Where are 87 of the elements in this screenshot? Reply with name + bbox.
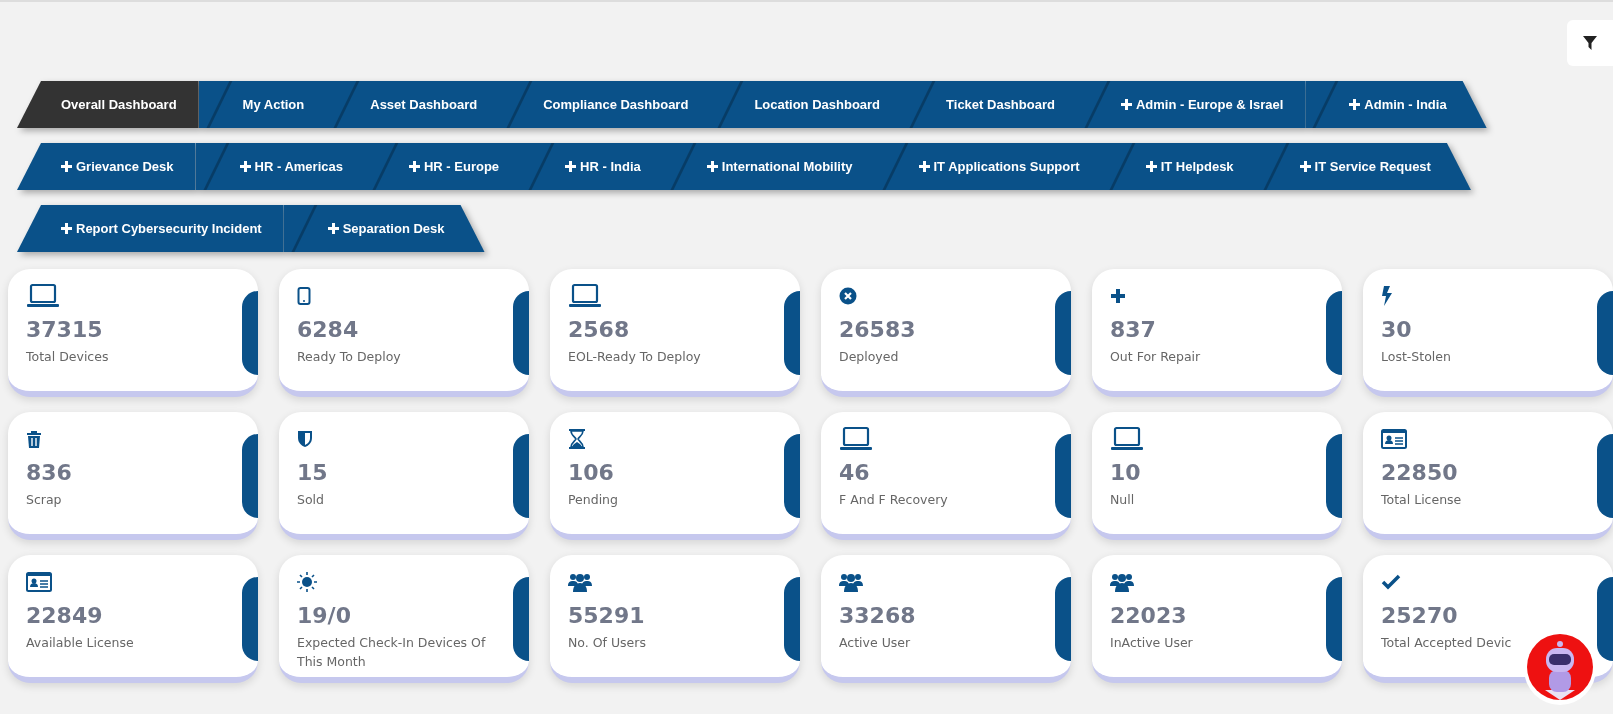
stat-label: Total Devices [26,348,109,366]
filter-icon [1583,36,1597,50]
stat-label: Total Accepted Devic [1381,634,1512,652]
stat-label: Null [1110,491,1135,509]
plus-icon [1145,161,1157,172]
stat-label: Pending [568,491,618,509]
laptop-icon [568,283,602,309]
stat-label: Total License [1381,491,1462,509]
dashboard-tab[interactable]: IT Service Request [1255,143,1471,190]
laptop-icon [26,283,60,309]
stat-value: 10 [1110,460,1141,485]
stat-value: 2568 [568,317,630,342]
stat-label: Lost-Stolen [1381,348,1451,366]
plus-icon [1299,161,1311,172]
filter-button[interactable] [1567,20,1613,66]
chatbot-icon[interactable] [1523,632,1597,706]
plus-icon [565,161,577,172]
users-icon [568,572,592,592]
plus-icon [918,161,930,172]
dashboard-tab[interactable]: Asset Dashboard [326,81,500,128]
dashboard-tab[interactable]: Overall Dashboard [17,81,199,128]
dashboard-tab[interactable]: IT Helpdesk [1101,143,1256,190]
shield-icon [297,430,313,448]
stat-value: 837 [1110,317,1156,342]
laptop-icon [839,426,873,452]
sun-icon [297,572,317,592]
stat-value: 22023 [1110,603,1187,628]
plus-icon [1110,288,1126,304]
plus-icon [61,161,72,172]
stat-value: 106 [568,460,614,485]
stat-label: InActive User [1110,634,1193,652]
dashboard-tab[interactable]: IT Applications Support [874,143,1102,190]
dashboard-tab[interactable]: HR - Americas [195,143,365,190]
stat-value: 22849 [26,603,103,628]
id-card-icon [26,572,52,592]
tablet-icon [297,287,311,305]
plus-icon [1349,99,1361,110]
dashboard-tab[interactable]: International Mobility [662,143,875,190]
stat-label: Ready To Deploy [297,348,401,366]
stat-value: 6284 [297,317,359,342]
stat-label: Expected Check-In Devices Of This Month [297,634,487,671]
stat-value: 836 [26,460,72,485]
close-circle-icon [839,287,857,305]
dashboard-tab[interactable]: Grievance Desk [17,143,196,190]
stat-value: 46 [839,460,870,485]
plus-icon [327,223,339,234]
stat-label: Sold [297,491,324,509]
stat-value: 25270 [1381,603,1458,628]
stat-label: F And F Recovery [839,491,948,509]
dashboard-tab[interactable]: Separation Desk [283,205,485,252]
hourglass-icon [568,429,586,449]
dashboard-tab[interactable]: Compliance Dashboard [499,81,711,128]
dashboard-tab[interactable]: Admin - Europe & Israel [1076,81,1306,128]
bolt-icon [1381,286,1393,306]
id-card-icon [1381,429,1407,449]
users-icon [839,572,863,592]
check-icon [1381,574,1401,590]
stat-value: 30 [1381,317,1412,342]
stat-label: Available License [26,634,134,652]
stat-value: 22850 [1381,460,1458,485]
trash-icon [26,430,42,448]
users-icon [1110,572,1134,592]
stat-value: 15 [297,460,328,485]
dashboard-tab[interactable]: Location Dashboard [710,81,903,128]
stat-value: 19/0 [297,603,351,628]
plus-icon [706,161,718,172]
plus-icon [239,161,251,172]
dashboard-tab[interactable]: HR - India [521,143,663,190]
stat-label: Scrap [26,491,62,509]
plus-icon [61,223,72,234]
stat-value: 37315 [26,317,103,342]
stat-label: Active User [839,634,911,652]
stat-label: No. Of Users [568,634,646,652]
dashboard-tab[interactable]: Report Cybersecurity Incident [17,205,284,252]
dashboard-tab[interactable]: My Action [198,81,327,128]
stat-value: 55291 [568,603,645,628]
dashboard-tab[interactable]: HR - Europe [364,143,522,190]
stat-label: Out For Repair [1110,348,1201,366]
stat-value: 33268 [839,603,916,628]
stat-label: EOL-Ready To Deploy [568,348,701,366]
stat-value: 26583 [839,317,916,342]
stat-label: Deployed [839,348,899,366]
laptop-icon [1110,426,1144,452]
dashboard-tab[interactable]: Ticket Dashboard [902,81,1077,128]
plus-icon [1120,99,1132,110]
plus-icon [408,161,420,172]
dashboard-tab[interactable]: Admin - India [1305,81,1487,128]
